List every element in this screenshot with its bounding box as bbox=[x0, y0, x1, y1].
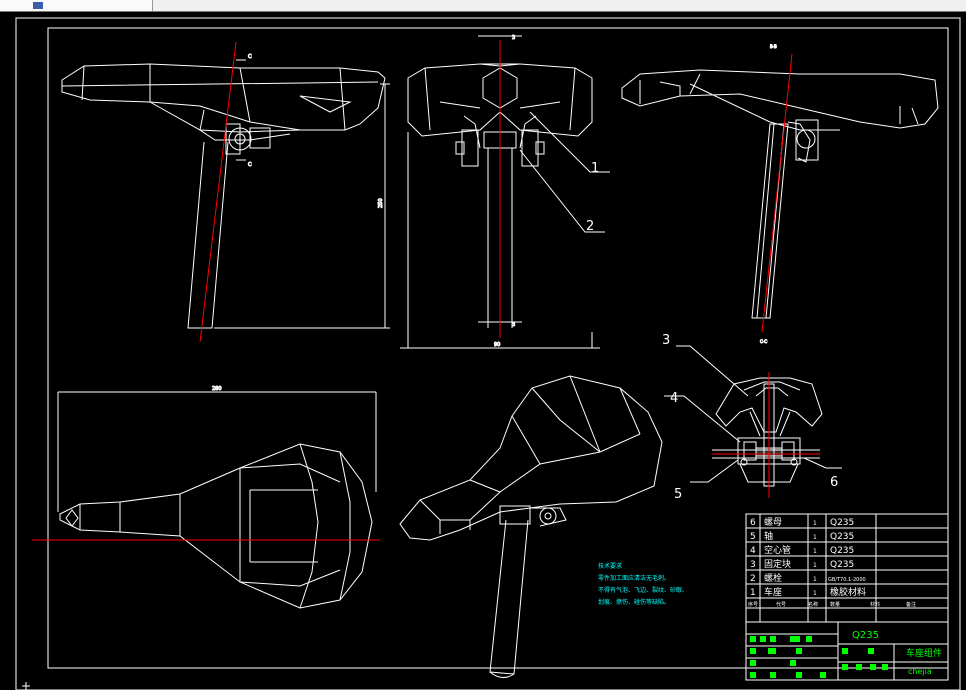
title-block-company: chejia bbox=[908, 667, 932, 676]
parts-header-material: 材料 bbox=[870, 601, 880, 608]
tube-top-dim: 3 bbox=[512, 35, 515, 41]
parts-row-name: 螺栓 bbox=[764, 572, 782, 584]
front-width-dim: 90 bbox=[494, 342, 500, 348]
ucs-icon bbox=[22, 682, 30, 690]
top-length-dim: 280 bbox=[212, 386, 222, 392]
parts-row-material: Q235 bbox=[830, 518, 854, 528]
center-lines bbox=[32, 40, 820, 541]
technical-note-line-1: 零件加工面应清洁无毛刺。 bbox=[598, 574, 670, 582]
callout-2: 2 bbox=[586, 219, 594, 234]
parts-header-remarks: 备注 bbox=[906, 601, 916, 608]
parts-row-qty: 1 bbox=[813, 562, 817, 569]
side-height-dim: 250 bbox=[378, 198, 384, 208]
parts-row-qty: 1 bbox=[813, 576, 817, 583]
parts-header-name: 名称 bbox=[808, 601, 818, 608]
parts-row-name: 空心管 bbox=[764, 544, 791, 556]
c-section-mark-top: C bbox=[248, 54, 252, 60]
window-icon bbox=[33, 2, 43, 9]
parts-header-no: 序号 bbox=[748, 601, 758, 608]
parts-row-name: 固定块 bbox=[764, 558, 791, 570]
parts-header-qty: 数量 bbox=[830, 601, 840, 608]
callout-3: 3 bbox=[662, 333, 670, 348]
parts-row-no: 2 bbox=[750, 574, 756, 584]
section-view-b-b bbox=[621, 69, 939, 319]
parts-row-no: 6 bbox=[750, 518, 756, 528]
parts-row-standard: GB/T70.1-2000 bbox=[828, 577, 866, 583]
parts-row-material: Q235 bbox=[830, 560, 854, 570]
technical-note-line-3: 划痕、擦伤、碰伤等缺陷。 bbox=[598, 598, 670, 606]
callout-6: 6 bbox=[830, 475, 838, 490]
parts-row-qty: 1 bbox=[813, 548, 817, 555]
cad-toolbar bbox=[0, 0, 966, 12]
technical-note-line-2: 不得有气泡、飞边、裂纹、砂眼、 bbox=[598, 586, 688, 594]
parts-row-no: 4 bbox=[750, 546, 756, 556]
tube-bottom-dim: 3 bbox=[512, 322, 515, 328]
outer-frame bbox=[15, 17, 961, 690]
parts-row-name: 轴 bbox=[764, 530, 773, 542]
parts-row-material: 橡胶材料 bbox=[830, 586, 866, 598]
callout-4: 4 bbox=[670, 391, 678, 406]
section-label-c-c: C-C bbox=[760, 339, 767, 344]
top-view bbox=[57, 391, 377, 609]
isometric-view bbox=[399, 375, 663, 678]
parts-row-qty: 1 bbox=[813, 534, 817, 541]
section-label-b-b: B-B bbox=[770, 44, 777, 49]
callout-5: 5 bbox=[674, 487, 682, 502]
parts-row-material: Q235 bbox=[830, 532, 854, 542]
callout-1: 1 bbox=[591, 161, 599, 176]
title-block-material: Q235 bbox=[852, 630, 879, 641]
technical-notes: 技术要求 零件加工面应清洁无毛刺。 不得有气泡、飞边、裂纹、砂眼、 划痕、擦伤、… bbox=[598, 562, 688, 606]
parts-header-code: 代号 bbox=[776, 601, 786, 608]
technical-notes-title: 技术要求 bbox=[598, 562, 622, 570]
parts-row-no: 1 bbox=[750, 588, 756, 598]
parts-row-material: Q235 bbox=[830, 546, 854, 556]
title-block-drawing-name: 车座组件 bbox=[906, 647, 942, 659]
side-view bbox=[61, 59, 390, 329]
drawing-canvas[interactable]: 250 C C 3 3 90 B-B C-C 280 1 2 3 4 5 6 技… bbox=[0, 12, 966, 690]
parts-row-name: 螺母 bbox=[764, 517, 782, 528]
parts-row-qty: 1 bbox=[813, 520, 817, 527]
parts-row-qty: 1 bbox=[813, 590, 817, 597]
c-section-mark-bottom: C bbox=[248, 162, 252, 168]
parts-row-name: 车座 bbox=[764, 586, 782, 598]
title-block: Q235 车座组件 chejia bbox=[750, 630, 942, 678]
parts-row-no: 3 bbox=[750, 560, 756, 570]
parts-row-no: 5 bbox=[750, 532, 756, 542]
callout-leaders-lower bbox=[664, 345, 842, 483]
